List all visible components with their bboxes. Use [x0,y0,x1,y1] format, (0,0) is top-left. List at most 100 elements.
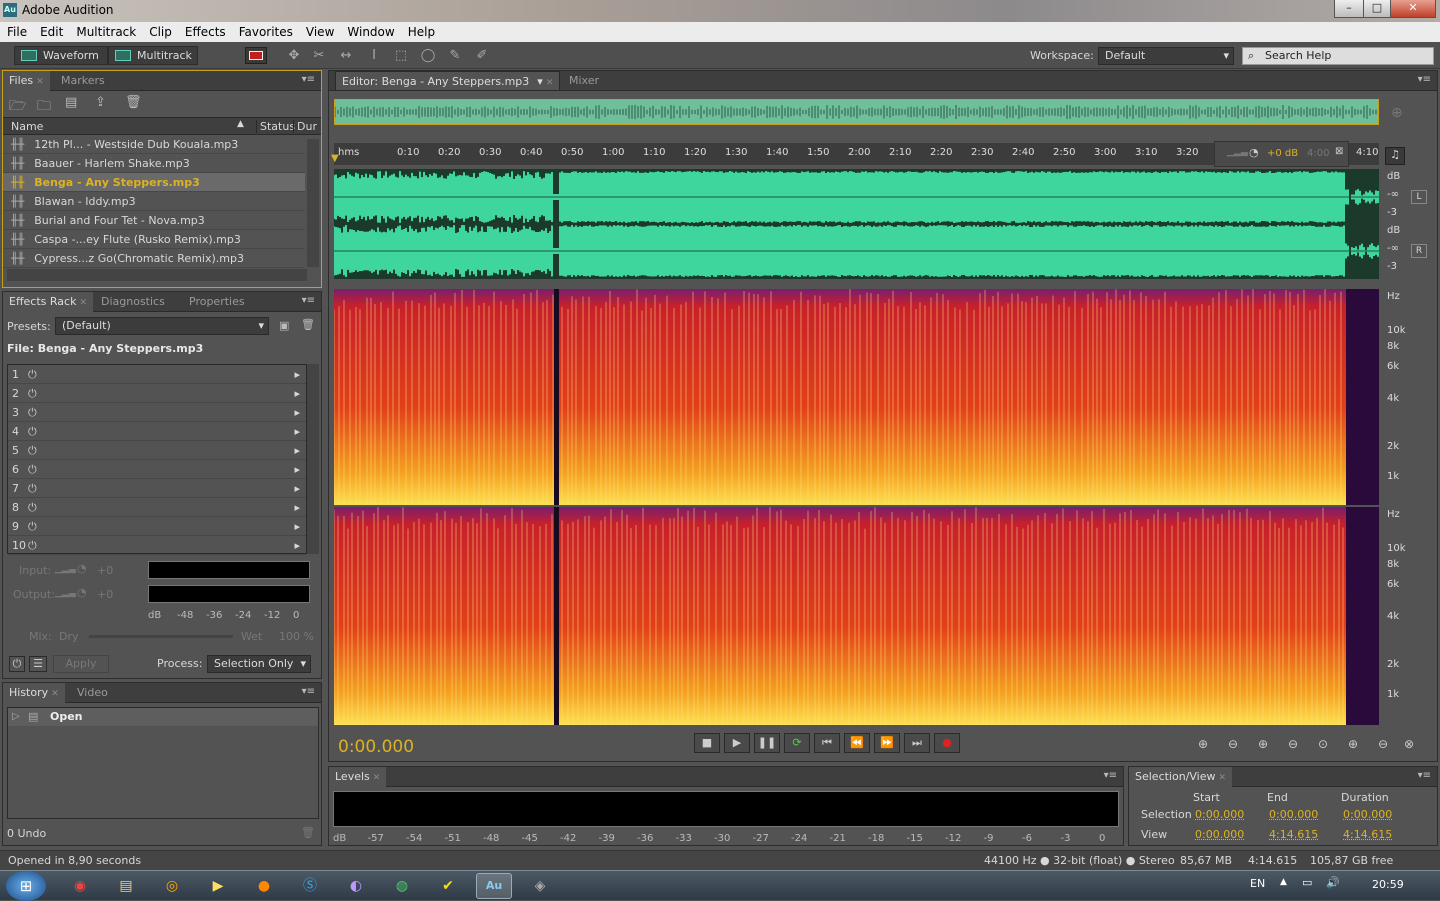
menu-help[interactable]: Help [401,22,441,40]
chevron-down-icon[interactable]: ▾ [537,75,543,88]
clock[interactable]: 20:59 [1372,878,1404,891]
close-button[interactable]: ✕ [1390,0,1436,18]
menu-effects[interactable]: Effects [178,22,232,40]
slot-arrow-icon[interactable]: ▸ [294,536,300,555]
minimize-button[interactable]: – [1334,0,1364,18]
zoom-navigator-icon[interactable]: ⊕ [1391,105,1403,121]
hud-gain-value[interactable]: +0 dB [1267,148,1298,159]
history-item[interactable]: ▷ ▤ Open [8,708,318,726]
network-icon[interactable]: ▭ [1302,876,1312,889]
list-item[interactable]: ╫╫ Cypress...z Go(Chromatic Remix).mp3 [3,249,305,268]
slot-arrow-icon[interactable]: ▸ [294,517,300,536]
mix-slider[interactable] [89,635,233,638]
input-knob-icon[interactable]: ◔ [77,562,87,575]
waveform-view-button[interactable]: Waveform [14,46,108,65]
effects-scrollbar[interactable] [307,364,319,554]
tab-properties[interactable]: Properties [183,292,251,312]
time-selection-tool-icon[interactable]: I [366,48,382,64]
power-icon[interactable]: ⏻ [28,406,37,419]
stop-button[interactable]: ■ [694,733,720,753]
tab-mixer[interactable]: Mixer [563,71,605,91]
effect-slot[interactable]: 10 ⏻ ▸ [8,536,306,555]
effect-slot[interactable]: 7 ⏻ ▸ [8,479,306,498]
tab-history[interactable]: History ✕ [3,683,65,703]
power-icon[interactable]: ⏻ [28,387,37,400]
zoom-out-point-icon[interactable]: ⊖ [1378,737,1388,751]
tab-effects-rack[interactable]: Effects Rack ✕ [3,292,93,312]
power-icon[interactable]: ⏻ [28,520,37,533]
waveform-display[interactable] [333,169,1379,279]
app-icon[interactable]: ◎ [154,873,190,899]
tab-levels[interactable]: Levels ✕ [329,767,387,787]
list-item[interactable]: ╫╫ Benga - Any Steppers.mp3 [3,173,305,192]
record-button[interactable]: ● [934,733,960,753]
close-icon[interactable]: ✕ [36,77,44,87]
zoom-selection-icon[interactable]: ⊗ [1404,737,1414,751]
move-tool-icon[interactable]: ✥ [286,48,302,64]
volume-icon[interactable]: 🔊 [1326,876,1340,889]
volume-knob-icon[interactable]: ◔ [1249,146,1259,159]
power-icon[interactable]: ⏻ [28,425,37,438]
close-icon[interactable]: ✕ [546,78,554,88]
slot-arrow-icon[interactable]: ▸ [294,498,300,517]
audition-taskbar-icon[interactable]: Au [476,873,512,899]
view-duration-value[interactable]: 4:14.615 [1343,828,1392,841]
headphones-icon[interactable]: ♫ [1385,147,1405,165]
tab-markers[interactable]: Markers [55,71,111,91]
column-status[interactable]: Status [256,120,295,133]
menu-view[interactable]: View [299,22,340,40]
workspace-select[interactable]: Default ▾ [1098,47,1234,65]
zoom-out-amplitude-icon[interactable]: ⊖ [1228,737,1238,751]
fast-forward-button[interactable]: ⏩ [874,733,900,753]
tab-video[interactable]: Video [71,683,114,703]
tab-editor[interactable]: Editor: Benga - Any Steppers.mp3 ▾ ✕ [335,71,561,91]
power-icon[interactable]: ⏻ [28,368,37,381]
files-horizontal-scrollbar[interactable] [7,269,307,281]
menu-file[interactable]: File [0,22,33,40]
effect-slot[interactable]: 4 ⏻ ▸ [8,422,306,441]
effect-slot[interactable]: 8 ⏻ ▸ [8,498,306,517]
panel-menu-icon[interactable]: ▾≡ [302,74,315,85]
panel-menu-icon[interactable]: ▾≡ [1418,770,1431,781]
selection-end-value[interactable]: 0:00.000 [1269,808,1318,821]
apply-button[interactable]: Apply [53,655,109,673]
zoom-in-point-icon[interactable]: ⊕ [1348,737,1358,751]
razor-tool-icon[interactable]: ✂ [311,48,327,64]
panel-menu-icon[interactable]: ▾≡ [302,686,315,697]
app-icon-3[interactable]: ◈ [522,873,558,899]
new-file-icon[interactable]: ▤ [65,95,77,110]
effect-slot[interactable]: 5 ⏻ ▸ [8,441,306,460]
presets-select[interactable]: (Default) ▾ [55,317,269,335]
chrome-icon[interactable]: ◉ [62,873,98,899]
save-preset-icon[interactable]: ▣ [279,319,289,332]
lasso-tool-icon[interactable]: ◯ [420,48,436,64]
column-duration[interactable]: Dur [293,120,317,133]
effect-slot[interactable]: 1 ⏻ ▸ [8,365,306,384]
effect-slot[interactable]: 3 ⏻ ▸ [8,403,306,422]
go-to-end-button[interactable]: ⏭ [904,733,930,753]
selection-duration-value[interactable]: 0:00.000 [1343,808,1392,821]
panel-menu-icon[interactable]: ▾≡ [302,295,315,306]
selection-start-value[interactable]: 0:00.000 [1195,808,1244,821]
list-item[interactable]: ╫╫ Caspa -...ey Flute (Rusko Remix).mp3 [3,230,305,249]
input-gain-value[interactable]: +0 [97,564,113,577]
slip-tool-icon[interactable]: ↔ [338,48,354,64]
import-icon[interactable]: 🗀 [37,95,51,119]
multitrack-view-button[interactable]: Multitrack [108,46,198,65]
tray-expand-icon[interactable]: ▲ [1280,877,1287,887]
tab-files[interactable]: Files ✕ [3,71,50,91]
power-icon[interactable]: ⏻ [28,482,37,495]
panel-menu-icon[interactable]: ▾≡ [1418,74,1431,85]
spot-healing-tool-icon[interactable]: ✐ [474,48,490,64]
trash-icon[interactable]: 🗑 [125,95,142,110]
list-item[interactable]: ╫╫ Blawan - Iddy.mp3 [3,192,305,211]
close-icon[interactable]: ✕ [373,773,381,783]
maximize-button[interactable]: □ [1363,0,1391,18]
power-icon[interactable]: ⏻ [28,501,37,514]
output-gain-value[interactable]: +0 [97,588,113,601]
rewind-button[interactable]: ⏪ [844,733,870,753]
zoom-in-time-icon[interactable]: ⊕ [1258,737,1268,751]
app-icon-2[interactable]: ◐ [338,873,374,899]
slot-arrow-icon[interactable]: ▸ [294,384,300,403]
panel-menu-icon[interactable]: ▾≡ [1104,770,1117,781]
